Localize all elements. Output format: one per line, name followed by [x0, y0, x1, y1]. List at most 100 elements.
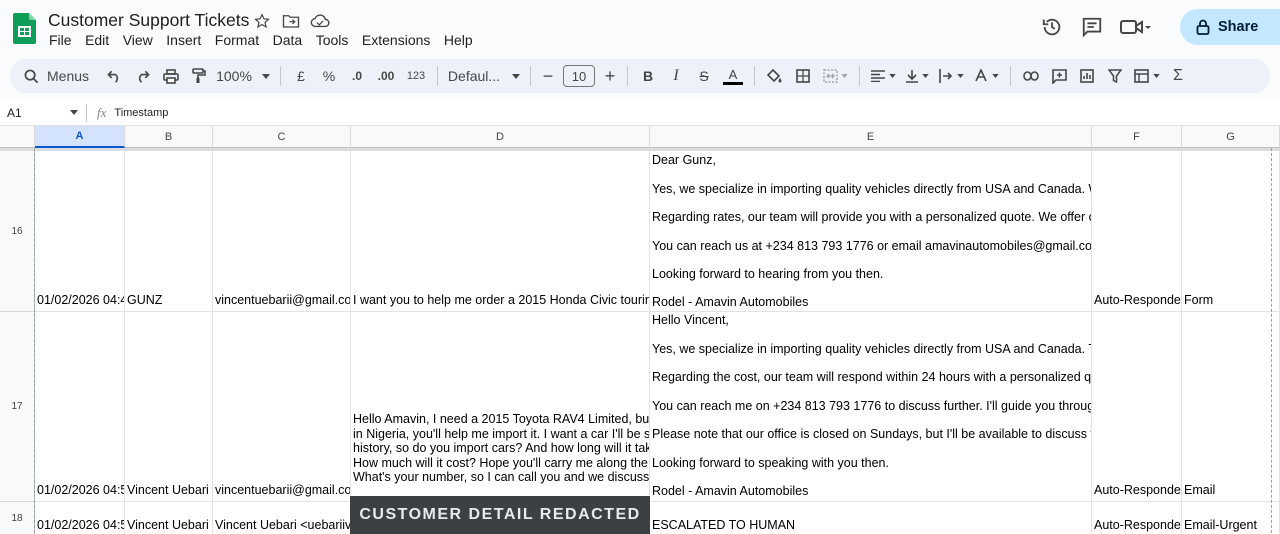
- row-header-18[interactable]: 18: [0, 502, 35, 534]
- sheets-logo-icon[interactable]: [13, 13, 36, 44]
- cell-text: 01/02/2026 04:4:: [37, 293, 125, 307]
- horizontal-align-icon[interactable]: [866, 62, 900, 90]
- cell-text-line: You can reach me on +234 813 793 1776 to…: [652, 399, 1092, 413]
- percent-format-button[interactable]: %: [315, 62, 343, 90]
- row-header-17[interactable]: 17: [0, 312, 35, 502]
- zoom-select[interactable]: 100%: [212, 62, 274, 90]
- toolbar-divider: [437, 66, 438, 86]
- toolbar-divider: [627, 66, 628, 86]
- text-rotation-icon[interactable]: [968, 62, 1004, 90]
- table-cell[interactable]: Auto-Responded: [1092, 502, 1182, 534]
- search-menus[interactable]: Menus: [10, 62, 100, 90]
- filter-views-icon[interactable]: [1129, 62, 1165, 90]
- menu-format[interactable]: Format: [215, 32, 259, 48]
- column-header-c[interactable]: C: [213, 126, 351, 148]
- print-icon[interactable]: [156, 62, 186, 90]
- table-cell[interactable]: ESCALATED TO HUMAN: [650, 502, 1092, 534]
- share-button[interactable]: Share: [1180, 9, 1280, 45]
- menu-data[interactable]: Data: [273, 32, 303, 48]
- toolbar-divider: [1010, 66, 1011, 86]
- font-family-select[interactable]: Defaul...: [444, 62, 524, 90]
- column-header-f[interactable]: F: [1092, 126, 1182, 148]
- table-cell[interactable]: Email-Urgent: [1182, 502, 1280, 534]
- font-size-input[interactable]: 10: [563, 65, 595, 87]
- star-icon[interactable]: [252, 11, 272, 31]
- column-header-g[interactable]: G: [1182, 126, 1280, 148]
- menu-file[interactable]: File: [49, 32, 72, 48]
- increase-font-size-icon[interactable]: +: [599, 62, 621, 90]
- currency-format-button[interactable]: £: [287, 62, 315, 90]
- name-box[interactable]: A1: [0, 106, 86, 120]
- insert-chart-icon[interactable]: [1073, 62, 1101, 90]
- table-cell[interactable]: Email: [1182, 312, 1280, 502]
- table-cell[interactable]: vincentuebarii@gmail.com: [213, 151, 351, 312]
- version-history-icon[interactable]: [1032, 8, 1072, 46]
- table-cell[interactable]: Vincent Uebari: [125, 312, 213, 502]
- table-cell[interactable]: Auto-Responded: [1092, 312, 1182, 502]
- cell-text: 01/02/2026 04:5: [37, 518, 125, 532]
- table-cell[interactable]: 01/02/2026 04:5: [35, 502, 125, 534]
- column-header-d[interactable]: D: [351, 126, 650, 148]
- increase-decimal-button[interactable]: .00: [371, 62, 401, 90]
- text-wrapping-icon[interactable]: [934, 62, 968, 90]
- chevron-down-icon: [70, 110, 78, 115]
- column-header-b[interactable]: B: [125, 126, 213, 148]
- table-cell[interactable]: 01/02/2026 04:4:: [35, 151, 125, 312]
- spreadsheet-grid[interactable]: A B C D E F G 16 01/02/2026 04:4: GUNZ v…: [0, 126, 1280, 534]
- row-header-16[interactable]: 16: [0, 151, 35, 312]
- move-to-folder-icon[interactable]: [281, 11, 301, 31]
- menu-insert[interactable]: Insert: [166, 32, 201, 48]
- borders-icon[interactable]: [789, 62, 817, 90]
- meet-video-icon[interactable]: [1112, 8, 1160, 46]
- filter-icon[interactable]: [1101, 62, 1129, 90]
- menu-extensions[interactable]: Extensions: [362, 32, 430, 48]
- select-all-corner[interactable]: [0, 126, 35, 148]
- column-header-a[interactable]: A: [35, 126, 125, 148]
- selection-border: [34, 148, 35, 534]
- strikethrough-icon[interactable]: S: [690, 62, 718, 90]
- table-cell[interactable]: Auto-Responded: [1092, 151, 1182, 312]
- italic-icon[interactable]: I: [662, 62, 690, 90]
- table-cell[interactable]: Vincent Uebari <uebariivin: [213, 502, 351, 534]
- insert-comment-icon[interactable]: [1045, 62, 1073, 90]
- table-cell[interactable]: Hello Amavin, I need a 2015 Toyota RAV4 …: [351, 312, 650, 502]
- toolbar-divider: [280, 66, 281, 86]
- bold-icon[interactable]: B: [634, 62, 662, 90]
- cell-text: Email: [1184, 483, 1216, 497]
- document-title[interactable]: Customer Support Tickets: [48, 10, 249, 31]
- column-header-e[interactable]: E: [650, 126, 1092, 148]
- table-cell[interactable]: I want you to help me order a 2015 Honda…: [351, 151, 650, 312]
- menu-help[interactable]: Help: [444, 32, 473, 48]
- table-cell[interactable]: GUNZ: [125, 151, 213, 312]
- paint-format-icon[interactable]: [186, 62, 212, 90]
- table-cell[interactable]: vincentuebarii@gmail.com: [213, 312, 351, 502]
- number-format-button[interactable]: 123: [401, 62, 431, 90]
- zoom-value: 100%: [216, 68, 252, 84]
- table-cell[interactable]: 01/02/2026 04:5: [35, 312, 125, 502]
- redaction-banner: CUSTOMER DETAIL REDACTED: [350, 496, 650, 534]
- menu-edit[interactable]: Edit: [85, 32, 109, 48]
- decrease-font-size-icon[interactable]: −: [537, 62, 559, 90]
- menu-view[interactable]: View: [123, 32, 153, 48]
- fill-color-icon[interactable]: [761, 62, 789, 90]
- cloud-saved-icon[interactable]: [310, 11, 330, 31]
- functions-icon[interactable]: Σ: [1165, 62, 1191, 90]
- redo-icon[interactable]: [128, 62, 156, 90]
- table-cell[interactable]: Hello Vincent, Yes, we specialize in imp…: [650, 312, 1092, 502]
- insert-link-icon[interactable]: [1017, 62, 1045, 90]
- cell-text-line: You can reach us at +234 813 793 1776 or…: [652, 239, 1092, 253]
- undo-icon[interactable]: [100, 62, 128, 90]
- cell-text-line: Yes, we specialize in importing quality …: [652, 182, 1092, 196]
- menu-tools[interactable]: Tools: [316, 32, 349, 48]
- vertical-align-icon[interactable]: [900, 62, 934, 90]
- merge-cells-icon[interactable]: [817, 62, 853, 90]
- formula-input[interactable]: Timestamp: [114, 107, 168, 119]
- table-cell[interactable]: Dear Gunz, Yes, we specialize in importi…: [650, 151, 1092, 312]
- cell-text-line: history, so do you import cars? And how …: [353, 441, 650, 455]
- table-cell[interactable]: Form: [1182, 151, 1280, 312]
- comments-icon[interactable]: [1072, 8, 1112, 46]
- text-color-icon[interactable]: A: [718, 62, 748, 90]
- cell-text: I want you to help me order a 2015 Honda…: [353, 293, 649, 307]
- table-cell[interactable]: Vincent Uebari •: [125, 502, 213, 534]
- decrease-decimal-button[interactable]: .0: [343, 62, 371, 90]
